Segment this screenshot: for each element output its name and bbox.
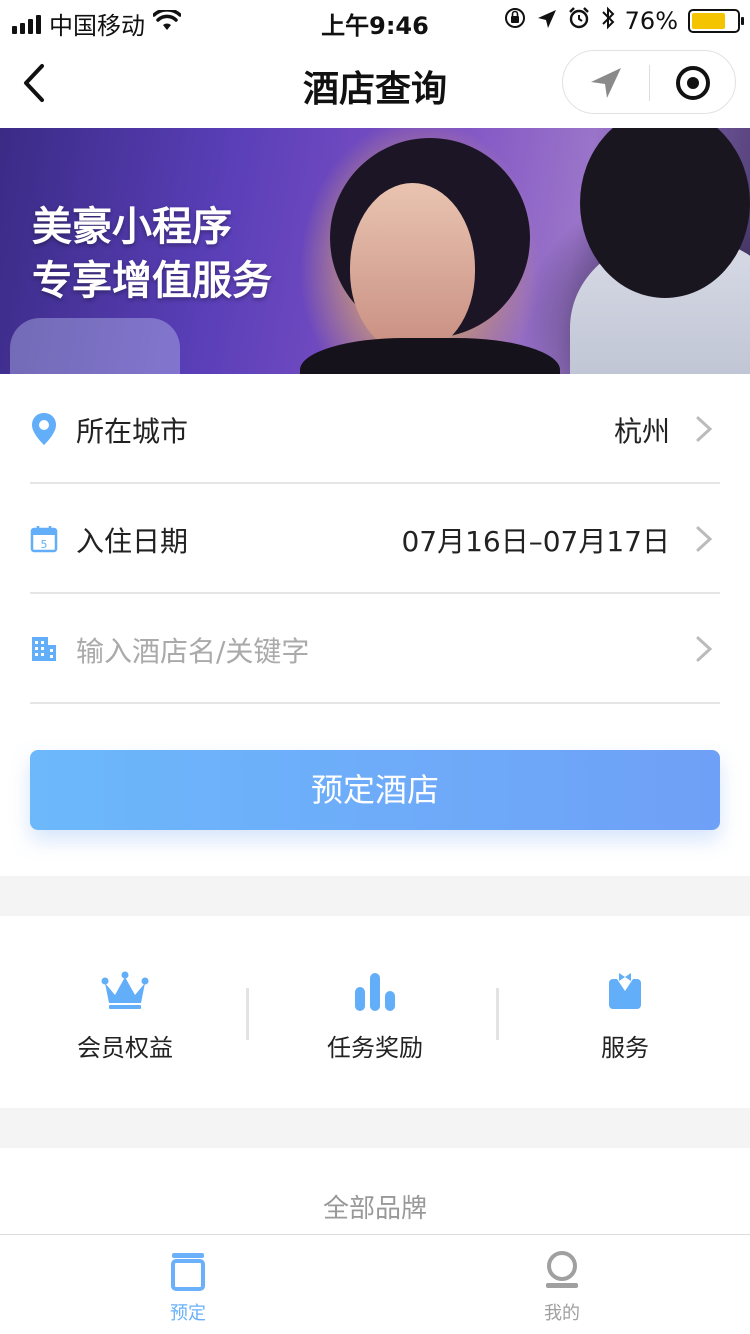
banner-decoration [350,183,475,353]
target-circle-icon [676,66,710,100]
feature-row: 会员权益 任务奖励 服务 [0,916,750,1108]
status-right: 76% [503,6,744,36]
rotation-lock-icon [503,6,527,36]
banner-line-1: 美豪小程序 [32,204,232,250]
alarm-icon [567,6,591,36]
location-arrow-icon [591,68,621,98]
location-pin-icon [30,412,58,446]
city-label: 所在城市 [76,415,189,448]
location-button[interactable] [563,51,649,115]
battery-percent: 76% [624,7,678,35]
city-value: 杭州 [613,415,670,448]
battery-icon [688,9,744,33]
location-services-icon [537,7,557,35]
feature-label: 会员权益 [77,1034,173,1062]
feature-divider [246,988,249,1040]
promo-banner[interactable]: 美豪小程序 专享增值服务 [0,128,750,374]
banner-headline: 美豪小程序 专享增值服务 [32,200,272,308]
keyword-input[interactable]: 输入酒店名/关键字 [76,630,309,670]
miniprogram-capsule [562,50,736,114]
task-rewards-button[interactable]: 任务奖励 [250,966,500,1063]
member-benefits-button[interactable]: 会员权益 [0,966,250,1063]
section-separator [0,1108,750,1148]
hotel-search-form: 所在城市 杭州 5 入住日期 07月16日–07月17日 输入酒店名/关键字 [30,374,720,704]
tab-mine[interactable]: 我的 [482,1247,642,1325]
all-brands-heading: 全部品牌 [322,1194,427,1224]
close-miniprogram-button[interactable] [650,51,736,115]
chevron-right-icon [696,526,713,552]
feature-label: 服务 [601,1034,649,1062]
tab-label: 我的 [544,1303,580,1324]
butler-icon [500,966,750,1016]
chevron-right-icon [696,416,713,442]
profile-icon [482,1247,642,1295]
nav-bar: 酒店查询 [0,40,750,128]
chevron-right-icon [696,636,713,662]
feature-divider [496,988,499,1040]
keyword-row[interactable]: 输入酒店名/关键字 [30,594,720,704]
banner-decoration [10,318,180,374]
bluetooth-icon [601,6,615,36]
building-icon [30,632,58,666]
calendar-icon: 5 [30,522,58,556]
calendar-day: 5 [41,538,48,551]
crown-icon [0,966,250,1016]
section-separator [0,876,750,916]
banner-line-2: 专享增值服务 [32,258,272,304]
status-bar: 中国移动 上午9:46 76% [0,0,750,40]
city-row[interactable]: 所在城市 杭州 [30,374,720,484]
date-label: 入住日期 [76,525,189,558]
date-value: 07月16日–07月17日 [401,525,670,558]
banner-decoration [300,338,560,374]
bar-chart-icon [250,966,500,1016]
tab-booking[interactable]: 预定 [108,1247,268,1325]
book-hotel-button[interactable]: 预定酒店 [30,750,720,830]
tab-bar: 预定 我的 [0,1234,750,1334]
tab-label: 预定 [170,1303,206,1324]
battery-level [692,13,726,29]
feature-label: 任务奖励 [327,1034,423,1062]
date-row[interactable]: 5 入住日期 07月16日–07月17日 [30,484,720,594]
booking-icon [108,1247,268,1295]
service-button[interactable]: 服务 [500,966,750,1063]
